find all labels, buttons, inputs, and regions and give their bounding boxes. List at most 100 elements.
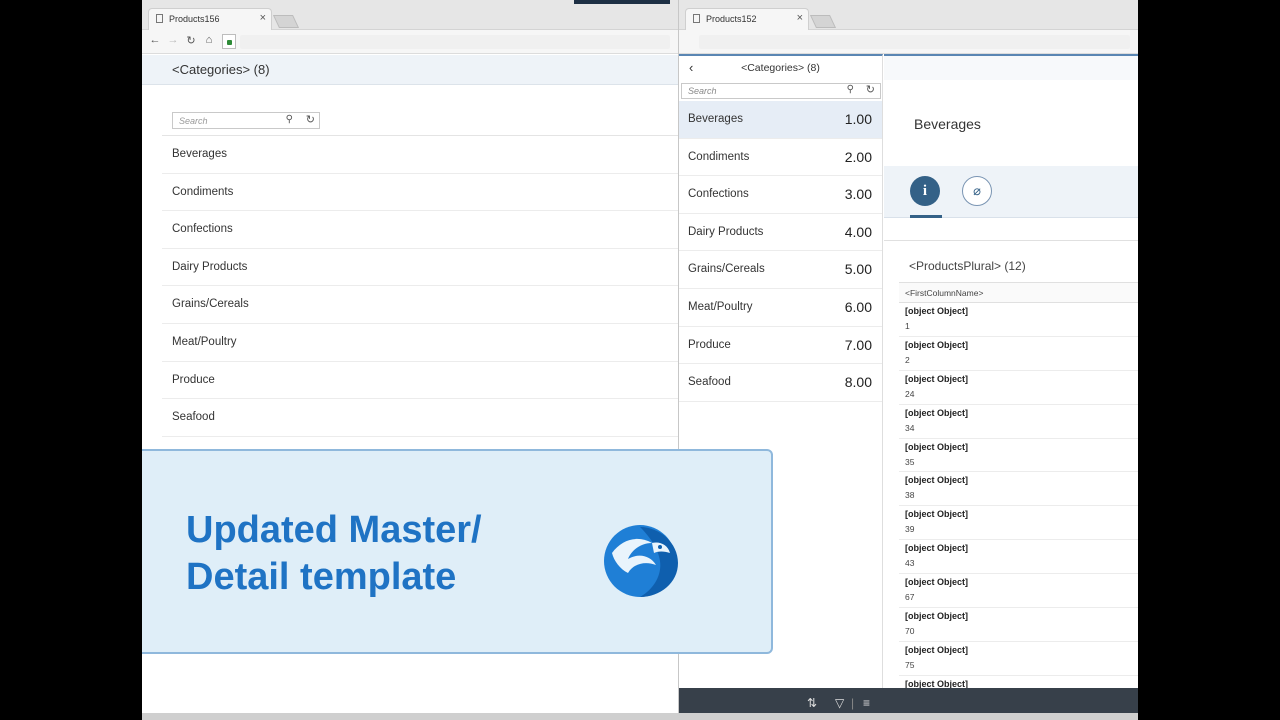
- address-bar[interactable]: [240, 35, 670, 49]
- forward-arrow-icon[interactable]: →: [166, 34, 180, 46]
- divider: |: [851, 696, 855, 710]
- divider: [884, 240, 1138, 241]
- filter-icon[interactable]: ▽: [835, 696, 844, 710]
- row-id: 75: [905, 659, 915, 670]
- table-row[interactable]: [object Object] 24: [899, 371, 1138, 405]
- group-icon[interactable]: ≡: [863, 696, 870, 710]
- back-arrow-icon[interactable]: ←: [148, 34, 162, 46]
- item-label: Confections: [688, 188, 749, 201]
- item-value: 7.00: [844, 336, 872, 353]
- row-id: 43: [905, 558, 915, 569]
- list-item[interactable]: Seafood: [162, 399, 678, 437]
- refresh-icon[interactable]: ↻: [866, 83, 875, 96]
- item-value: 1.00: [844, 111, 872, 127]
- back-chevron-icon[interactable]: ‹: [689, 60, 693, 75]
- list-item[interactable]: Confections: [162, 211, 678, 249]
- detail-panel: Beverages i ⌀ <ProductsPlural> (12) <Fir…: [884, 54, 1138, 710]
- item-label: Beverages: [688, 113, 743, 125]
- phoenix-logo-icon: [604, 525, 678, 597]
- sort-icon[interactable]: ⇅: [807, 696, 817, 710]
- list-item[interactable]: Seafood 8.00: [679, 364, 882, 402]
- item-value: 3.00: [844, 186, 872, 203]
- row-title: [object Object]: [905, 306, 969, 316]
- list-item[interactable]: Produce: [162, 362, 678, 400]
- row-title: [object Object]: [905, 441, 969, 452]
- selected-tab-indicator: [910, 215, 942, 218]
- table-row[interactable]: [object Object] 70: [899, 608, 1138, 642]
- item-value: 8.00: [844, 374, 872, 391]
- new-tab-button[interactable]: [272, 15, 300, 28]
- browser-tab[interactable]: Products156 ×: [148, 8, 272, 30]
- table-row[interactable]: [object Object] 35: [899, 439, 1138, 473]
- title-banner: Updated Master/ Detail template: [142, 449, 773, 654]
- browser-toolbar: ← → ↻ ⌂: [142, 30, 678, 54]
- table-row[interactable]: [object Object] 38: [899, 472, 1138, 507]
- page-icon: [693, 14, 700, 23]
- row-id: 35: [905, 456, 915, 467]
- screen-frame: Products156 × ← → ↻ ⌂ <Categories> (8) S…: [142, 0, 1138, 720]
- list-item-selected[interactable]: Beverages 1.00: [679, 101, 882, 139]
- new-tab-button[interactable]: [809, 15, 837, 28]
- search-icon[interactable]: ⚲: [286, 114, 293, 125]
- row-id: 67: [905, 592, 915, 603]
- table-row[interactable]: [object Object] 1: [899, 303, 1138, 337]
- taskbar-strip: [142, 713, 1138, 720]
- search-input[interactable]: Search ⚲ ↻: [172, 112, 320, 129]
- search-icon[interactable]: ⚲: [847, 84, 854, 95]
- master-header: ‹ <Categories> (8): [679, 56, 882, 82]
- item-label: Condiments: [688, 150, 750, 163]
- table-row[interactable]: [object Object] 43: [899, 540, 1138, 575]
- refresh-icon[interactable]: ↻: [306, 113, 315, 126]
- home-icon[interactable]: ⌂: [202, 34, 216, 46]
- search-input[interactable]: Search ⚲ ↻: [681, 83, 881, 99]
- products-table-title: <ProductsPlural> (12): [909, 259, 1026, 273]
- column-header[interactable]: <FirstColumnName>: [899, 282, 1138, 303]
- item-value: 2.00: [844, 148, 872, 165]
- row-id: 1: [905, 321, 910, 331]
- list-item[interactable]: Grains/Cereals 5.00: [679, 251, 882, 289]
- row-id: 2: [905, 354, 910, 365]
- list-item[interactable]: Grains/Cereals: [162, 286, 678, 324]
- list-item[interactable]: Beverages: [162, 136, 678, 174]
- table-row[interactable]: [object Object] 34: [899, 405, 1138, 439]
- tab-title: Products152: [706, 14, 757, 24]
- row-id: 70: [905, 626, 915, 637]
- list-item[interactable]: Dairy Products 4.00: [679, 214, 882, 252]
- row-title: [object Object]: [905, 339, 969, 350]
- icon-tab-bar: i ⌀: [884, 166, 1138, 218]
- tab-strip: Products152 ×: [679, 0, 1138, 30]
- table-row[interactable]: [object Object] 39: [899, 506, 1138, 541]
- item-label: Grains/Cereals: [688, 263, 765, 276]
- table-row[interactable]: [object Object] 2: [899, 337, 1138, 371]
- list-item[interactable]: Meat/Poultry: [162, 324, 678, 362]
- info-icon[interactable]: i: [910, 176, 940, 206]
- list-item[interactable]: Meat/Poultry 6.00: [679, 289, 882, 327]
- item-label: Dairy Products: [688, 225, 764, 238]
- table-row[interactable]: [object Object] 75: [899, 642, 1138, 676]
- close-tab-icon[interactable]: ×: [260, 12, 266, 24]
- reload-icon[interactable]: ↻: [184, 34, 198, 47]
- item-label: Produce: [688, 338, 731, 351]
- browser-tab[interactable]: Products152 ×: [685, 8, 809, 30]
- banner-title: Updated Master/ Detail template: [186, 509, 482, 598]
- row-title: [object Object]: [905, 475, 969, 486]
- paperclip-icon[interactable]: ⌀: [962, 176, 992, 206]
- list-item[interactable]: Dairy Products: [162, 249, 678, 287]
- list-item[interactable]: Produce 7.00: [679, 327, 882, 365]
- list-item[interactable]: Condiments: [162, 174, 678, 212]
- close-tab-icon[interactable]: ×: [797, 12, 803, 24]
- row-title: [object Object]: [905, 373, 969, 384]
- tab-strip: Products156 ×: [142, 0, 678, 30]
- list-item[interactable]: Confections 3.00: [679, 176, 882, 214]
- row-title: [object Object]: [905, 509, 969, 520]
- tab-title: Products156: [169, 14, 220, 24]
- window-edge: [574, 0, 670, 4]
- list-item[interactable]: Condiments 2.00: [679, 139, 882, 177]
- row-title: [object Object]: [905, 407, 969, 418]
- category-list: Beverages 1.00 Condiments 2.00 Confections…: [679, 101, 882, 402]
- products-table: <FirstColumnName> [object Object] 1 [obje…: [899, 282, 1138, 710]
- table-row[interactable]: [object Object] 67: [899, 574, 1138, 609]
- address-bar[interactable]: [699, 35, 1130, 49]
- item-label: Seafood: [688, 376, 731, 389]
- row-title: [object Object]: [905, 577, 969, 588]
